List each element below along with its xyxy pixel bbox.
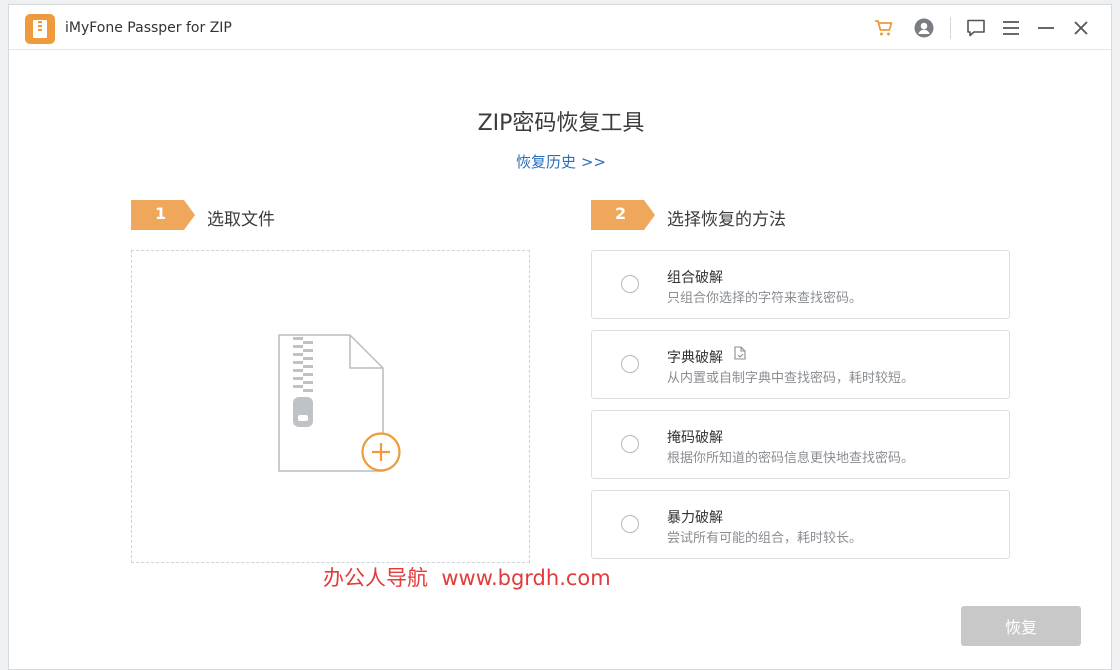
watermark-text: 办公人导航 www.bgrdh.com [323,566,611,590]
method-radio[interactable] [621,355,639,373]
method-brute-force[interactable]: 暴力破解 尝试所有可能的组合，耗时较长。 [591,490,1010,559]
method-mask[interactable]: 掩码破解 根据你所知道的密码信息更快地查找密码。 [591,410,1010,479]
title-bar: iMyFone Passper for ZIP [9,5,1111,50]
user-icon[interactable] [913,17,935,39]
menu-icon[interactable] [1000,17,1022,39]
titlebar-divider [950,17,951,39]
recovery-history-link[interactable]: 恢复历史 >> [9,151,1113,172]
method-description: 只组合你选择的字符来查找密码。 [667,291,863,306]
method-radio[interactable] [621,275,639,293]
method-title: 掩码破解 [667,430,723,446]
app-logo-icon [25,14,55,44]
app-window: iMyFone Passper for ZIP ZIP密码恢复工具 恢复历史 >… [8,4,1112,670]
method-dictionary[interactable]: 字典破解 从内置或自制字典中查找密码，耗时较短。 [591,330,1010,399]
method-title: 暴力破解 [667,510,723,526]
method-radio[interactable] [621,435,639,453]
method-title: 组合破解 [667,270,723,286]
add-zip-file-icon[interactable] [277,333,407,483]
cart-icon[interactable] [873,17,895,39]
step-2-label: 选择恢复的方法 [667,210,786,230]
file-drop-zone[interactable] [131,250,530,563]
method-combination[interactable]: 组合破解 只组合你选择的字符来查找密码。 [591,250,1010,319]
page-title: ZIP密码恢复工具 [477,111,645,136]
method-description: 根据你所知道的密码信息更快地查找密码。 [667,451,915,466]
method-title: 字典破解 [667,350,723,366]
step-2-badge: 2 [591,200,655,230]
minimize-icon[interactable] [1035,17,1057,39]
method-description: 从内置或自制字典中查找密码，耗时较短。 [667,371,915,386]
dictionary-file-icon[interactable] [733,346,747,360]
app-title: iMyFone Passper for ZIP [65,20,232,36]
step-1-label: 选取文件 [207,210,275,230]
step-1-number: 1 [155,204,167,223]
close-icon[interactable] [1070,17,1092,39]
recover-button[interactable]: 恢复 [961,606,1081,646]
method-radio[interactable] [621,515,639,533]
step-1-badge: 1 [131,200,195,230]
step-2-number: 2 [615,204,627,223]
method-description: 尝试所有可能的组合，耗时较长。 [667,531,863,546]
feedback-icon[interactable] [965,17,987,39]
